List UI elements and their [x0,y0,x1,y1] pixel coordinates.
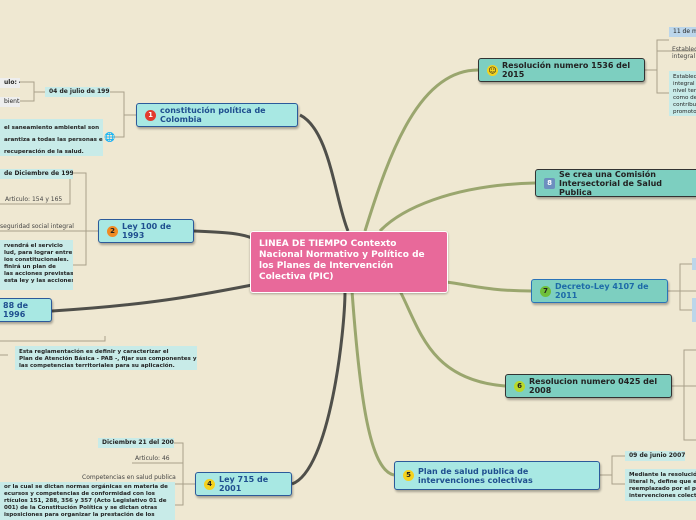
note-line: nivel ter [673,88,696,94]
date-chip[interactable]: Diciembre 21 del 2001 [98,438,174,448]
note-line: recuperación de la salud. [4,149,84,155]
note-line: reemplazado por el pl [629,486,696,492]
note-line: esta ley y las acciones [4,278,73,284]
note-line: Plan de Atención Básica - PAB -, fijar s… [19,356,197,362]
note-box[interactable]: el saneamiento ambiental son arantiza a t… [0,119,103,156]
note-box[interactable]: Establec integral nivel ter como de contribu… [669,71,696,116]
smiley-icon: ☺ [487,64,498,76]
topic-label: Plan de salud publica de intervenciones … [418,466,533,485]
note-line: como de [673,95,696,101]
date-chip[interactable]: de Diciembre de 1993 [0,169,73,179]
article-label[interactable]: Articulo: 154 y 165 [5,196,62,203]
note-line: las competencias territoriales para su a… [19,363,175,369]
date-chip[interactable]: 11 de m [669,27,696,37]
note-line: integral [673,81,695,87]
note-line: or la cual se dictan normas orgánicas en… [4,484,168,490]
article-chip[interactable]: ulo: 49 [0,78,20,88]
number-5-icon: 5 [403,470,414,481]
number-1-icon: 1 [145,109,156,121]
topic-resolucion-0425[interactable]: 6 Resolucion numero 0425 del 2008 [505,374,672,398]
collapsed-chip[interactable] [692,258,696,270]
topic-constitucion[interactable]: 1 constitución política de Colombia [136,103,298,127]
note-line: intervenciones colecti [629,493,696,499]
number-6-icon: 6 [514,380,525,392]
subtopic-label[interactable]: seguridad social integral [0,223,74,230]
note-box[interactable]: Mediante la resolución literal h, define … [625,469,696,501]
number-7-icon: 7 [540,285,551,297]
note-line: promoto [673,109,696,115]
note-box[interactable]: or la cual se dictan normas orgánicas en… [0,482,175,520]
note-line: lud, para lograr entre [4,250,73,256]
date-chip[interactable]: 09 de junio 2007 [625,451,685,461]
note-box[interactable]: rvendrá el servicio lud, para lograr entr… [0,240,73,290]
note-line: las acciones previstas [4,271,73,277]
topic-ley-715[interactable]: 4 Ley 715 de 2001 [195,472,292,496]
article-label[interactable]: Articulo: 46 [135,455,170,462]
central-topic[interactable]: LINEA DE TIEMPO Contexto Nacional Normat… [250,231,448,293]
subtopic-label[interactable]: Establec integral [672,46,696,60]
subtopic-chip[interactable]: biental [0,97,20,107]
topic-label: constitución política de Colombia [160,106,266,124]
number-8-icon: 8 [544,177,555,189]
note-line: Establec [673,74,696,80]
topic-1996[interactable]: 88 de 1996 [0,298,52,322]
globe-icon[interactable]: 🌐 [104,133,115,143]
note-line: contribu [673,102,696,108]
note-line: 001) de la Constitución Política y se di… [4,505,158,511]
note-line: literal h, define que el [629,479,696,485]
topic-label: Se crea una Comisión Intersectorial de S… [559,169,662,197]
topic-resolucion-1536[interactable]: ☺ Resolución numero 1536 del 2015 [478,58,645,82]
topic-label: Resolución numero 1536 del 2015 [502,61,631,79]
number-4-icon: 4 [204,478,215,490]
note-line: Esta reglamentación es definir y caracte… [19,349,169,355]
number-2-icon: 2 [107,225,118,237]
topic-label: 88 de 1996 [3,301,29,319]
topic-label: Ley 715 de 2001 [219,475,269,493]
subtopic-label[interactable]: Competencias en salud publica [82,474,176,481]
topic-plan-salud[interactable]: 5 Plan de salud publica de intervencione… [394,461,600,490]
topic-comision[interactable]: 8 Se crea una Comisión Intersectorial de… [535,169,696,197]
note-line: rtículos 151, 288, 356 y 357 (Acto Legis… [4,498,167,504]
note-box[interactable]: Esta reglamentación es definir y caracte… [15,346,197,370]
note-line: ios constitucionales. [4,257,69,263]
note-line: el saneamiento ambiental son [4,125,100,131]
note-line: rvendrá el servicio [4,243,63,249]
topic-label: Resolucion numero 0425 del 2008 [529,377,658,395]
date-chip[interactable]: 04 de julio de 1991 [45,87,110,97]
topic-decreto-4107[interactable]: 7 Decreto-Ley 4107 de 2011 [531,279,668,303]
topic-ley-100[interactable]: 2 Ley 100 de 1993 [98,219,194,243]
collapsed-chip[interactable] [692,298,696,322]
note-line: finirá un plan de [4,264,56,270]
topic-label: Ley 100 de 1993 [122,222,172,240]
topic-label: Decreto-Ley 4107 de 2011 [555,282,649,300]
note-line: isposiciones para organizar la prestació… [4,512,155,518]
note-line: Mediante la resolución [629,472,696,478]
note-line: ecursos y competencias de conformidad co… [4,491,155,497]
note-line: arantiza a todas las personas el [4,137,103,143]
